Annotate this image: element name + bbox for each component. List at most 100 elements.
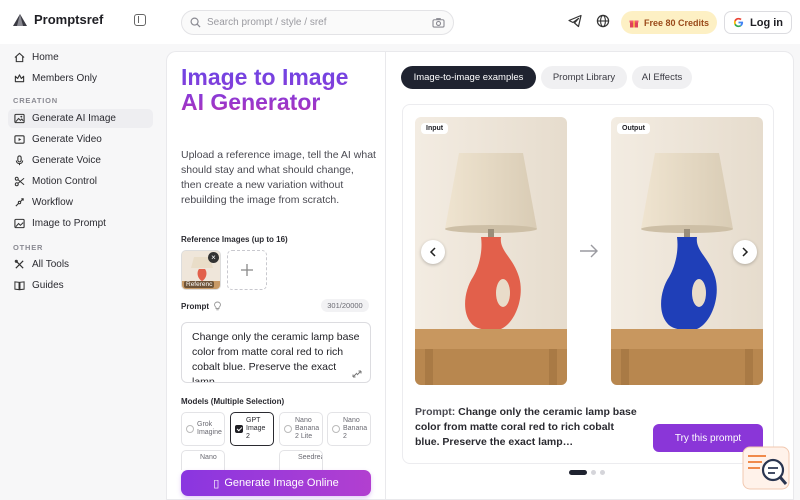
workflow-icon — [15, 198, 24, 207]
generator-panel: Image to Image AI Generator Upload a ref… — [166, 51, 385, 500]
top-bar: Promptsref Free 80 Credits Log in — [0, 0, 800, 44]
crown-icon — [14, 74, 25, 83]
video-icon — [14, 135, 25, 144]
gift-icon — [629, 20, 639, 27]
carousel-next-button[interactable] — [733, 240, 757, 264]
reference-image-caption: Referenc — [184, 281, 215, 288]
model-label: GPT Image 2 — [246, 417, 266, 440]
generate-button-label: Generate Image Online — [224, 477, 339, 489]
sidebar-item-label: Generate Voice — [32, 155, 101, 166]
chat-support-icon[interactable] — [742, 446, 790, 490]
pagination-dot[interactable] — [591, 470, 596, 475]
image-icon — [14, 113, 25, 124]
sidebar-item-home[interactable]: Home — [8, 48, 153, 67]
sidebar-item-label: All Tools — [32, 259, 70, 270]
login-label: Log in — [750, 16, 783, 29]
page-description: Upload a reference image, tell the AI wh… — [181, 149, 376, 206]
tab-prompt-library[interactable]: Prompt Library — [541, 66, 627, 89]
radio-icon — [284, 425, 292, 433]
prompt-prefix: Prompt: — [415, 406, 456, 418]
lightbulb-icon[interactable] — [213, 301, 222, 311]
section-label-other: OTHER — [13, 243, 44, 252]
input-tag: Input — [421, 123, 449, 134]
sidebar-item-image-to-prompt[interactable]: Image to Prompt — [8, 214, 153, 233]
sidebar-item-label: Guides — [32, 280, 64, 291]
radio-icon — [332, 425, 340, 433]
prompt-textarea[interactable]: Change only the ceramic lamp base color … — [181, 322, 371, 383]
plus-icon — [241, 264, 253, 276]
home-icon — [14, 52, 25, 63]
search-icon — [190, 17, 201, 28]
reference-images-label: Reference Images (up to 16) — [181, 235, 288, 244]
sidebar-item-label: Home — [32, 52, 59, 63]
credits-label: Free 80 Credits — [643, 17, 710, 28]
logo[interactable]: Promptsref — [12, 12, 103, 27]
carousel-pagination — [569, 470, 605, 475]
sidebar-item-all-tools[interactable]: All Tools — [8, 255, 153, 274]
pagination-dot-active[interactable] — [569, 470, 587, 475]
sidebar-item-members-only[interactable]: Members Only — [8, 69, 153, 88]
model-option-nano-banana-2[interactable]: Nano Banana 2 — [327, 412, 371, 446]
pagination-dot[interactable] — [600, 470, 605, 475]
sidebar-item-guides[interactable]: Guides — [8, 276, 153, 295]
sidebar-item-label: Image to Prompt — [32, 218, 106, 229]
google-icon — [733, 17, 744, 28]
sidebar: Home Members Only CREATION Generate AI I… — [0, 44, 160, 500]
generate-image-button[interactable]: ▯ Generate Image Online — [181, 470, 371, 496]
remove-reference-icon[interactable]: × — [208, 252, 219, 263]
model-option-gpt-image-2[interactable]: GPT Image 2 — [230, 412, 274, 446]
prompt-label-row: Prompt — [181, 301, 222, 311]
brand-name: Promptsref — [34, 12, 104, 27]
model-option-nano-banana-2-lite[interactable]: Nano Banana 2 Lite — [279, 412, 323, 446]
prompt-character-counter: 301/20000 — [321, 299, 369, 312]
checkbox-checked-icon — [235, 425, 243, 433]
model-option-seedream[interactable]: Seedream — [279, 450, 323, 470]
sidebar-item-workflow[interactable]: Workflow — [8, 193, 153, 212]
examples-panel: Image-to-image examples Prompt Library A… — [385, 51, 794, 500]
globe-icon[interactable] — [596, 14, 610, 28]
sidebar-item-label: Workflow — [32, 197, 73, 208]
chevron-left-icon — [429, 247, 436, 257]
mic-icon — [15, 155, 24, 166]
add-reference-button[interactable] — [227, 250, 267, 290]
section-label-creation: CREATION — [13, 96, 59, 105]
example-prompt: Prompt: Change only the ceramic lamp bas… — [415, 405, 640, 450]
sidebar-item-label: Generate Video — [32, 134, 102, 145]
search-input[interactable] — [207, 17, 426, 28]
search-bar[interactable] — [181, 10, 454, 35]
tab-ai-effects[interactable]: AI Effects — [632, 66, 692, 89]
sidebar-item-generate-ai-image[interactable]: Generate AI Image — [8, 109, 153, 128]
sidebar-item-generate-voice[interactable]: Generate Voice — [8, 151, 153, 170]
logo-mark-icon — [13, 13, 27, 26]
book-icon — [14, 281, 25, 291]
tools-icon — [14, 259, 24, 269]
model-label: Grok Imagine — [197, 421, 222, 436]
sidebar-item-motion-control[interactable]: Motion Control — [8, 172, 153, 191]
sidebar-item-generate-video[interactable]: Generate Video — [8, 130, 153, 149]
model-option-grok-imagine[interactable]: Grok Imagine — [181, 412, 225, 446]
model-label: Nano Banana 2 Lite — [295, 417, 320, 440]
model-option-nano[interactable]: Nano — [181, 450, 225, 470]
free-credits-button[interactable]: Free 80 Credits — [621, 11, 717, 34]
carousel-prev-button[interactable] — [421, 240, 445, 264]
sidebar-item-label: Motion Control — [32, 176, 98, 187]
tab-image-to-image-examples[interactable]: Image-to-image examples — [401, 66, 536, 89]
arrow-right-icon — [580, 244, 598, 258]
model-label: Nano Banana 2 — [343, 417, 368, 440]
image-prompt-icon — [14, 218, 25, 229]
sparkle-icon: ▯ — [213, 477, 220, 490]
example-card: Input Output Prompt: Change only the cer… — [402, 104, 774, 464]
models-label: Models (Multiple Selection) — [181, 397, 285, 406]
sidebar-item-label: Members Only — [32, 73, 98, 84]
login-button[interactable]: Log in — [724, 11, 792, 34]
chevron-right-icon — [742, 247, 749, 257]
motion-icon — [14, 176, 25, 187]
prompt-label: Prompt — [181, 301, 209, 311]
sidebar-toggle-icon[interactable] — [134, 14, 146, 26]
radio-icon — [186, 425, 194, 433]
output-tag: Output — [617, 123, 650, 134]
sidebar-item-label: Generate AI Image — [32, 113, 116, 124]
camera-icon[interactable] — [432, 17, 445, 28]
telegram-icon[interactable] — [568, 14, 582, 28]
expand-icon[interactable] — [349, 367, 365, 381]
